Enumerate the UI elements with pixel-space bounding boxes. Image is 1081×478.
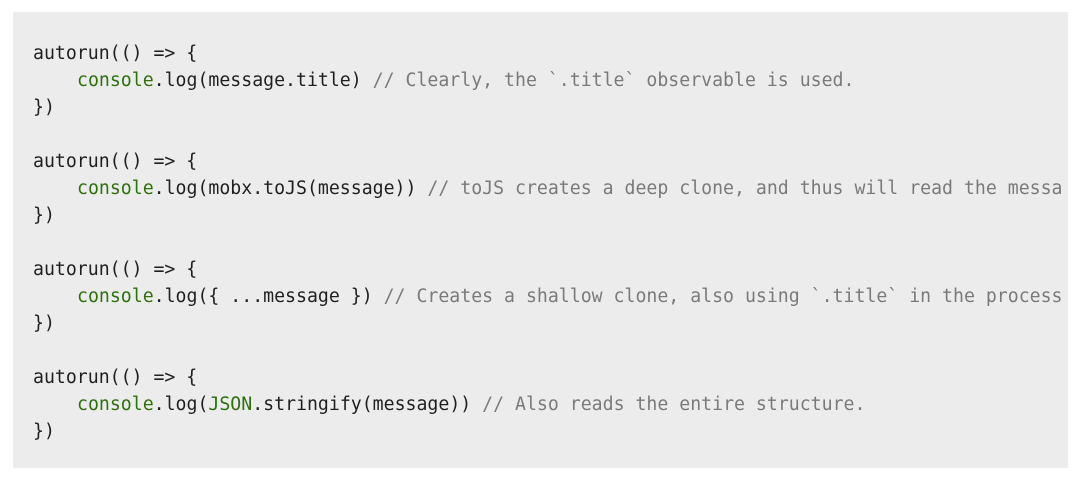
code-token-plain: .log(	[153, 394, 209, 415]
code-line: })	[33, 202, 1068, 229]
code-token-plain: autorun(() => {	[33, 151, 198, 172]
code-line: autorun(() => {	[33, 148, 1068, 175]
code-token-plain: autorun(() => {	[33, 259, 198, 280]
code-line: console.log(JSON.stringify(message)) // …	[33, 391, 1068, 418]
code-token-plain: .log({ ...message })	[153, 286, 384, 307]
code-token-builtin: console	[77, 394, 154, 415]
code-line: })	[33, 310, 1068, 337]
code-block[interactable]: autorun(() => {console.log(message.title…	[13, 12, 1068, 468]
code-line: autorun(() => {	[33, 256, 1068, 283]
code-token-comment: // Also reads the entire structure.	[482, 394, 866, 415]
code-token-comment: // Clearly, the `.title` observable is u…	[372, 70, 855, 91]
code-token-plain: .log(message.title)	[153, 70, 373, 91]
code-line: autorun(() => {	[33, 40, 1068, 67]
code-token-plain: })	[33, 97, 55, 118]
code-line: autorun(() => {	[33, 364, 1068, 391]
code-token-builtin: console	[77, 178, 154, 199]
code-token-plain: autorun(() => {	[33, 43, 198, 64]
code-token-plain: })	[33, 313, 55, 334]
code-token-plain: .stringify(message))	[252, 394, 483, 415]
code-token-comment: // Creates a shallow clone, also using `…	[383, 286, 1063, 307]
code-line: console.log(mobx.toJS(message)) // toJS …	[33, 175, 1068, 202]
code-token-plain: })	[33, 421, 55, 442]
code-line: console.log({ ...message }) // Creates a…	[33, 283, 1068, 310]
code-token-plain: })	[33, 205, 55, 226]
code-token-builtin: JSON	[208, 394, 253, 415]
code-line: console.log(message.title) // Clearly, t…	[33, 67, 1068, 94]
code-token-comment: // toJS creates a deep clone, and thus w…	[427, 178, 1063, 199]
code-token-plain: autorun(() => {	[33, 367, 198, 388]
code-token-builtin: console	[77, 286, 154, 307]
code-token-plain: .log(mobx.toJS(message))	[153, 178, 428, 199]
code-token-builtin: console	[77, 70, 154, 91]
code-line: })	[33, 94, 1068, 121]
code-line: })	[33, 418, 1068, 445]
